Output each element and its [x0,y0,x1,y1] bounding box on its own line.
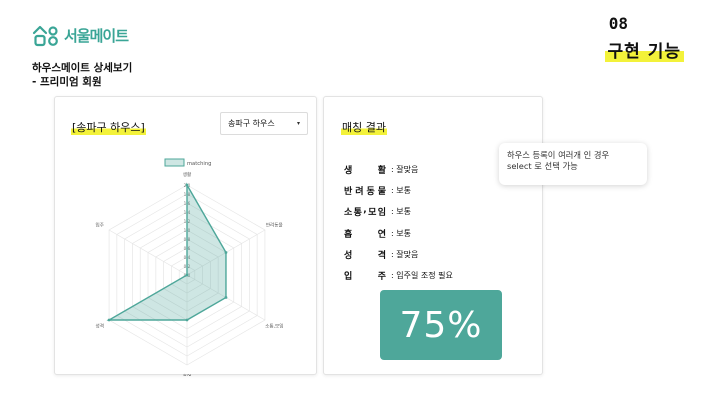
attribute-value: : 보통 [391,186,411,196]
radar-data-point [185,273,189,277]
matching-score: 75% [380,290,502,360]
house-chart-card: [송파구 하우스] 송파구 하우스 ▾ 0.00.20.40.60.81.01.… [54,96,317,376]
tooltip-line-2: select 로 선택 가능 [507,161,578,171]
attribute-label: 입주 [344,272,386,283]
attribute-row: 흡연 : 보통 [344,223,453,244]
attribute-row: 반려동물 : 보통 [344,180,453,201]
radar-data-point [185,183,189,187]
attribute-value: : 입주일 조정 필요 [391,271,453,281]
attribute-row: 성격 : 잘맞음 [344,244,453,265]
matching-radar-chart: 0.00.20.40.60.81.01.21.41.61.82.0생활반려동물소… [95,158,283,376]
subtitle-line-2: - 프리미엄 회원 [32,76,102,88]
attribute-row: 생활 : 잘맞음 [344,159,453,180]
attribute-value: : 잘맞음 [391,165,419,175]
attribute-row: 입주 : 입주일 조정 필요 [344,265,453,286]
attribute-value: : 보통 [391,228,411,238]
select-tooltip: 하우스 등록이 여러개 인 경우 select 로 선택 가능 [499,143,647,185]
radar-data-point [185,318,189,322]
radar-category-label: 입주 [95,222,103,229]
radar-data-point [224,251,228,254]
radar-category-label: 흡연 [183,373,191,376]
radar-category-label: 소통,모임 [265,322,283,329]
brand-name: 서울메이트 [64,26,129,45]
attribute-label: 성격 [344,250,386,261]
attribute-label: 흡연 [344,229,386,240]
tooltip-line-1: 하우스 등록이 여러개 인 경우 [507,150,610,160]
subtitle-line-1: 하우스메이트 상세보기 [32,62,133,74]
legend-label: matching [187,161,211,167]
attribute-label: 반려동물 [344,187,386,198]
radar-category-label: 생활 [183,171,192,178]
page-subtitle: 하우스메이트 상세보기 - 프리미엄 회원 [32,61,132,89]
matching-result-card: 매칭 결과 생활: 잘맞음 반 려 동 물: 보통 소 통, 모 임: 보통 흡 연: 보통 성 격: … [323,96,543,375]
house-person-logo-icon [32,25,58,47]
matching-card-title: 매칭 결과 [341,119,387,135]
attribute-row: 소통,모임 : 보통 [344,201,453,222]
matching-attribute-list: 생활: 잘맞음 반 려 동 물: 보통 소 통, 모 임: 보통 흡 연: 보통 성 격: 잘맞음 입 주:… [344,159,453,286]
legend-swatch [164,158,185,167]
radar-category-label: 성격 [95,322,103,329]
section-title: 구현 기능 [604,37,684,62]
attribute-value: : 보통 [391,207,411,217]
radar-data-point [107,318,111,322]
attribute-label: 생활 [344,166,386,177]
radar-data-point [224,296,228,299]
attribute-label: 소통,모임 [344,205,386,219]
radar-category-label: 반려동물 [266,222,283,229]
brand-logo[interactable]: 서울메이트 [32,22,129,48]
section-number: 08 [608,14,628,33]
attribute-value: : 잘맞음 [391,249,419,259]
